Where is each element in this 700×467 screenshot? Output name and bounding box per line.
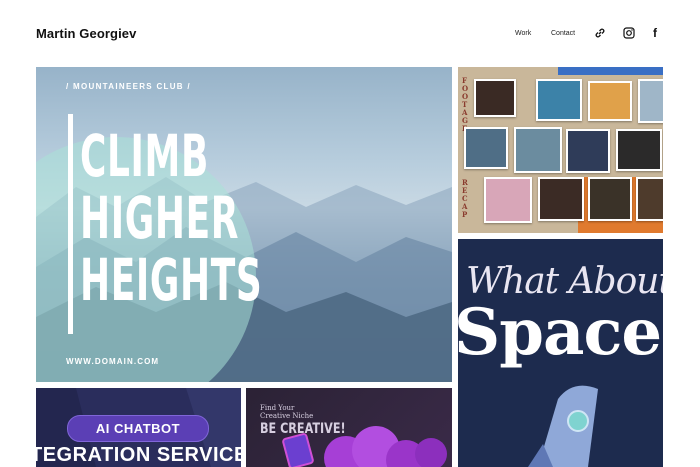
gallery-item-space[interactable]: What About Space bbox=[458, 239, 663, 467]
collage-photo bbox=[616, 129, 662, 171]
vertical-bar-decoration bbox=[68, 114, 73, 334]
headline-line-3: HEIGHTS bbox=[80, 246, 263, 314]
domain-label: WWW.DOMAIN.COM bbox=[66, 357, 160, 366]
headline-line-1: CLIMB bbox=[80, 122, 209, 190]
collage-photo bbox=[514, 127, 562, 173]
collage-photo bbox=[636, 177, 663, 221]
nav-contact-link[interactable]: Contact bbox=[551, 30, 575, 37]
club-label: / MOUNTAINEERS CLUB / bbox=[66, 82, 191, 91]
gallery-item-mountaineers[interactable]: / MOUNTAINEERS CLUB / CLIMB HIGHER HEIGH… bbox=[36, 67, 452, 382]
gallery-item-ai-chatbot[interactable]: AI CHATBOT TEGRATION SERVICE bbox=[36, 388, 241, 467]
site-header: Martin Georgiev Work Contact f bbox=[0, 0, 700, 66]
footage-word: F O O T A G E bbox=[462, 76, 469, 133]
recap-word: R E C A P bbox=[462, 178, 468, 219]
collage-photo bbox=[536, 79, 582, 121]
collage-photo bbox=[566, 129, 610, 173]
creative-small-text: Find Your Creative Niche bbox=[260, 404, 314, 420]
headline-line-2: HIGHER bbox=[80, 184, 240, 252]
collage-photo bbox=[474, 79, 516, 117]
collage-photo bbox=[588, 81, 632, 121]
collage-photo bbox=[464, 127, 508, 169]
ai-chatbot-pill: AI CHATBOT bbox=[67, 415, 209, 442]
creative-headline: BE CREATIVE! bbox=[260, 421, 346, 437]
ai-service-text: TEGRATION SERVICE bbox=[36, 444, 241, 466]
gallery-item-recap[interactable]: F O O T A G E R E C A P bbox=[458, 67, 663, 233]
link-icon[interactable] bbox=[593, 26, 607, 40]
mountain-headline: CLIMB HIGHER HEIGHTS bbox=[80, 125, 262, 311]
site-title[interactable]: Martin Georgiev bbox=[36, 26, 136, 41]
collage-photo bbox=[588, 177, 632, 221]
gallery-item-creative[interactable]: Find Your Creative Niche BE CREATIVE! bbox=[246, 388, 452, 467]
blue-strip-decoration bbox=[558, 67, 663, 75]
rocket-illustration bbox=[528, 385, 598, 467]
collage-photo bbox=[484, 177, 532, 223]
facebook-icon[interactable]: f bbox=[653, 26, 667, 40]
nav-work-link[interactable]: Work bbox=[515, 30, 531, 37]
collage-photo bbox=[638, 79, 663, 123]
instagram-icon[interactable] bbox=[622, 26, 636, 40]
collage-photo bbox=[538, 177, 584, 221]
